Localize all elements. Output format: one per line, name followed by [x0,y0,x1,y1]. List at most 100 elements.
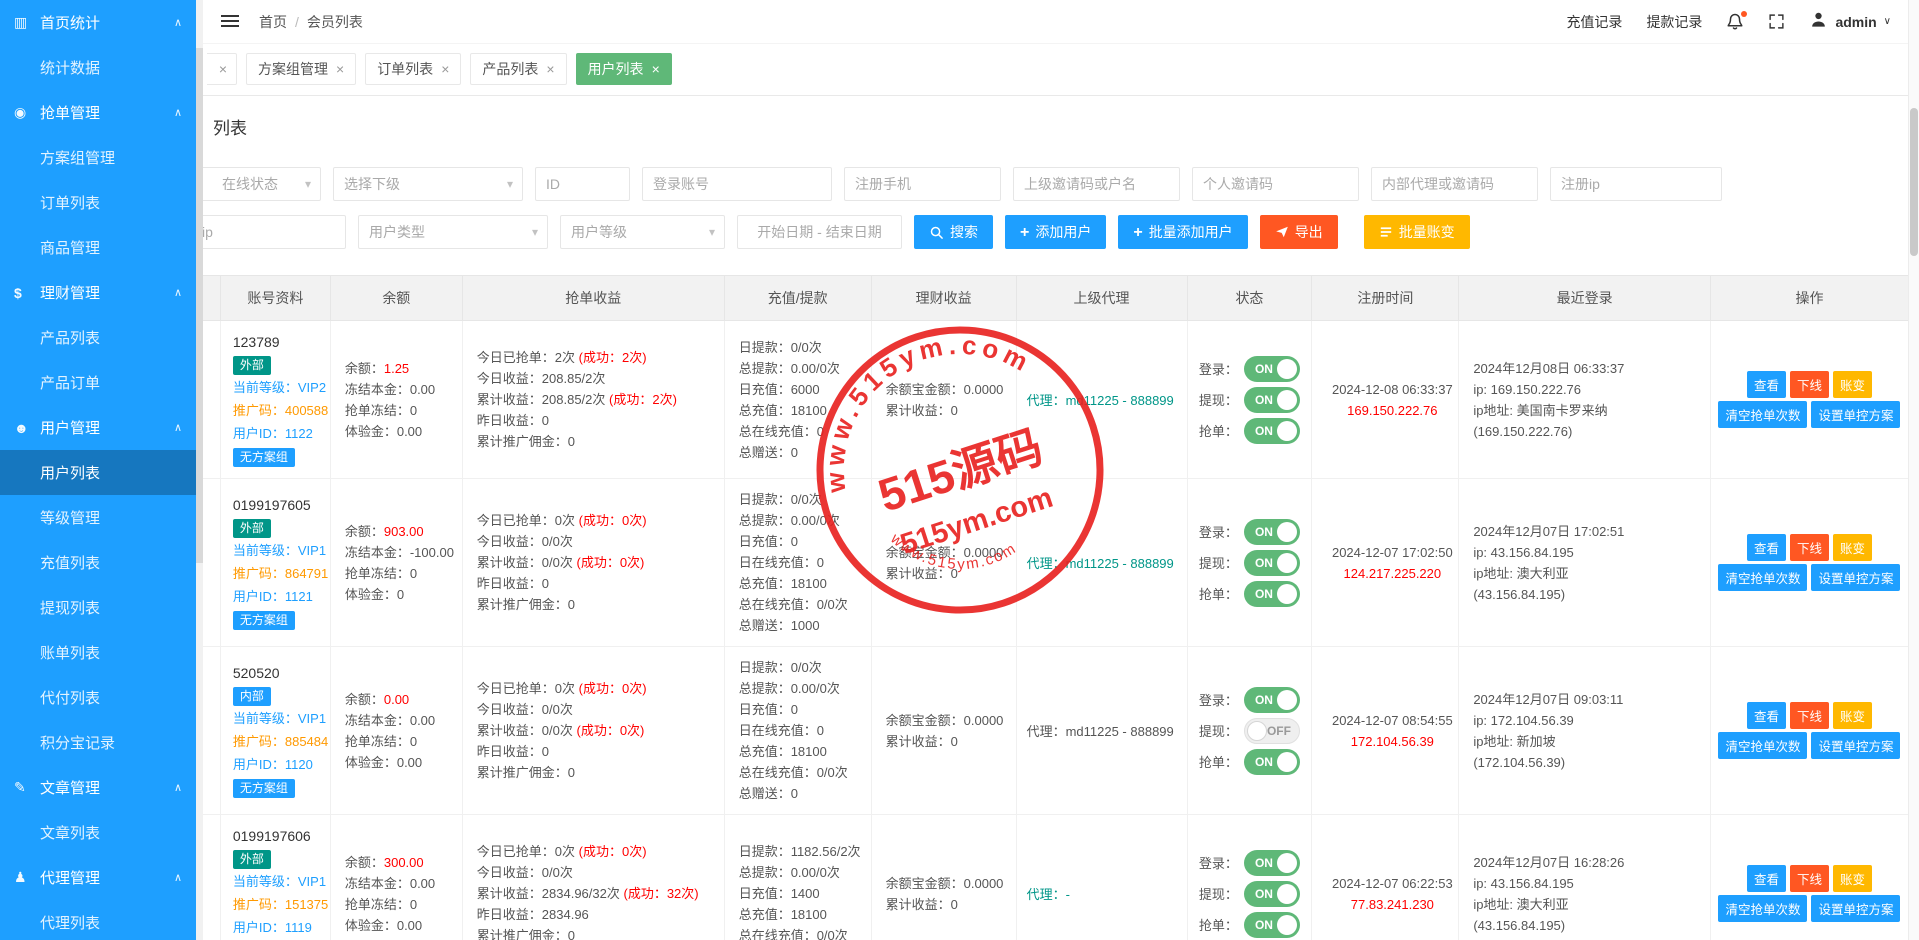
order-toggle[interactable]: ON [1244,418,1300,444]
personal-invite-input[interactable] [1192,167,1359,201]
clear-grab-count-button[interactable]: 清空抢单次数 [1718,564,1807,591]
close-icon[interactable] [441,62,449,76]
sidebar-item-user-list[interactable]: 用户列表 [0,450,196,495]
login-ip-input[interactable] [203,215,346,249]
sidebar-item-article-list[interactable]: 文章列表 [0,810,196,855]
clear-grab-count-button[interactable]: 清空抢单次数 [1718,895,1807,922]
sidebar-section-home-stats[interactable]: 首页统计 [0,0,196,45]
sidebar-section-finance-manage[interactable]: 理财管理 [0,270,196,315]
account-change-button[interactable]: 账变 [1833,371,1872,398]
sidebar-item-agent-list[interactable]: 代理列表 [0,900,196,940]
sidebar-item-product-list[interactable]: 产品列表 [0,315,196,360]
login-account-input[interactable] [642,167,832,201]
sidebar-section-user-manage[interactable]: 用户管理 [0,405,196,450]
sidebar-item-points-log[interactable]: 积分宝记录 [0,720,196,765]
user-type-select[interactable]: 用户类型 [358,215,548,249]
sidebar-item-withdraw-list[interactable]: 提现列表 [0,585,196,630]
offline-button[interactable]: 下线 [1790,702,1829,729]
fullscreen-icon[interactable] [1768,13,1785,30]
recharge-records-link[interactable]: 充值记录 [1566,12,1622,32]
set-control-plan-button[interactable]: 设置单控方案 [1811,732,1900,759]
sidebar-item-recharge-list[interactable]: 充值列表 [0,540,196,585]
clear-grab-count-button[interactable]: 清空抢单次数 [1718,732,1807,759]
view-button[interactable]: 查看 [1747,702,1786,729]
close-icon[interactable] [219,62,227,76]
id-input[interactable] [535,167,630,201]
set-control-plan-button[interactable]: 设置单控方案 [1811,895,1900,922]
date-range-input[interactable] [737,215,902,249]
sidebar-scrollbar[interactable] [196,0,203,940]
login-toggle[interactable]: ON [1244,356,1300,382]
close-icon[interactable] [546,62,554,76]
view-button[interactable]: 查看 [1747,371,1786,398]
tab[interactable]: 用户列表 [576,53,672,85]
sidebar: 首页统计 统计数据 抢单管理 方案组管理 订单列表 商品管理 理财管理 产品列表… [0,0,196,940]
sidebar-item-order-list[interactable]: 订单列表 [0,180,196,225]
row-checkbox-cell[interactable] [203,647,220,815]
sidebar-item-product-orders[interactable]: 产品订单 [0,360,196,405]
tab[interactable]: 产品列表 [470,53,566,85]
withdraw-toggle[interactable]: ON [1244,387,1300,413]
page-scrollbar-thumb[interactable] [1910,108,1918,256]
export-button[interactable]: 导出 [1260,215,1338,249]
withdraw-toggle[interactable]: ON [1244,550,1300,576]
withdraw-records-link[interactable]: 提款记录 [1646,12,1702,32]
sidebar-scrollbar-thumb[interactable] [196,48,203,563]
menu-toggle-icon[interactable] [221,15,239,28]
online-status-select[interactable]: 在线状态 [203,167,321,201]
reg-phone-input[interactable] [844,167,1001,201]
sidebar-item-bill-list[interactable]: 账单列表 [0,630,196,675]
user-level-select[interactable]: 用户等级 [560,215,725,249]
tab[interactable] [207,53,237,85]
tab[interactable]: 订单列表 [365,53,461,85]
account-change-button[interactable]: 账变 [1833,702,1872,729]
offline-button[interactable]: 下线 [1790,534,1829,561]
account-change-button[interactable]: 账变 [1833,865,1872,892]
batch-add-user-button[interactable]: 批量添加用户 [1118,215,1247,249]
bell-icon[interactable] [1726,13,1744,31]
login-toggle[interactable]: ON [1244,687,1300,713]
reg-ip-input[interactable] [1550,167,1722,201]
close-icon[interactable] [652,62,660,76]
row-checkbox-cell[interactable] [203,815,220,940]
order-toggle[interactable]: ON [1244,749,1300,775]
account-type-badge: 外部 [233,356,271,375]
withdraw-toggle[interactable]: OFF [1244,718,1300,744]
set-control-plan-button[interactable]: 设置单控方案 [1811,401,1900,428]
view-button[interactable]: 查看 [1747,534,1786,561]
offline-button[interactable]: 下线 [1790,371,1829,398]
account-change-button[interactable]: 账变 [1833,534,1872,561]
order-toggle[interactable]: ON [1244,581,1300,607]
set-control-plan-button[interactable]: 设置单控方案 [1811,564,1900,591]
chevron-up-icon [174,781,182,794]
sidebar-item-plan-group[interactable]: 方案组管理 [0,135,196,180]
search-button[interactable]: 搜索 [914,215,993,249]
breadcrumb-home[interactable]: 首页 [259,12,287,32]
sub-agent-select[interactable]: 选择下级 [333,167,523,201]
offline-button[interactable]: 下线 [1790,865,1829,892]
batch-change-button[interactable]: 批量账变 [1364,215,1470,249]
withdraw-toggle[interactable]: ON [1244,881,1300,907]
parent-invite-input[interactable] [1013,167,1180,201]
login-toggle[interactable]: ON [1244,850,1300,876]
sidebar-item-payout-list[interactable]: 代付列表 [0,675,196,720]
view-button[interactable]: 查看 [1747,865,1786,892]
login-toggle[interactable]: ON [1244,519,1300,545]
user-menu[interactable]: admin [1809,10,1891,34]
sidebar-item-stats-data[interactable]: 统计数据 [0,45,196,90]
page-scrollbar[interactable] [1908,0,1919,940]
row-checkbox-cell[interactable] [203,479,220,647]
close-icon[interactable] [336,62,344,76]
sidebar-section-article-manage[interactable]: 文章管理 [0,765,196,810]
clear-grab-count-button[interactable]: 清空抢单次数 [1718,401,1807,428]
sidebar-section-grab-manage[interactable]: 抢单管理 [0,90,196,135]
table-header-row: 账号资料 余额 抢单收益 充值/提款 理财收益 上级代理 状态 注册时间 最近登… [203,276,1909,321]
tab[interactable]: 方案组管理 [246,53,356,85]
row-checkbox-cell[interactable] [203,321,220,479]
sidebar-item-level-manage[interactable]: 等级管理 [0,495,196,540]
sidebar-item-goods-manage[interactable]: 商品管理 [0,225,196,270]
add-user-button[interactable]: 添加用户 [1005,215,1106,249]
internal-agent-input[interactable] [1371,167,1538,201]
order-toggle[interactable]: ON [1244,912,1300,938]
sidebar-section-agent-manage[interactable]: 代理管理 [0,855,196,900]
